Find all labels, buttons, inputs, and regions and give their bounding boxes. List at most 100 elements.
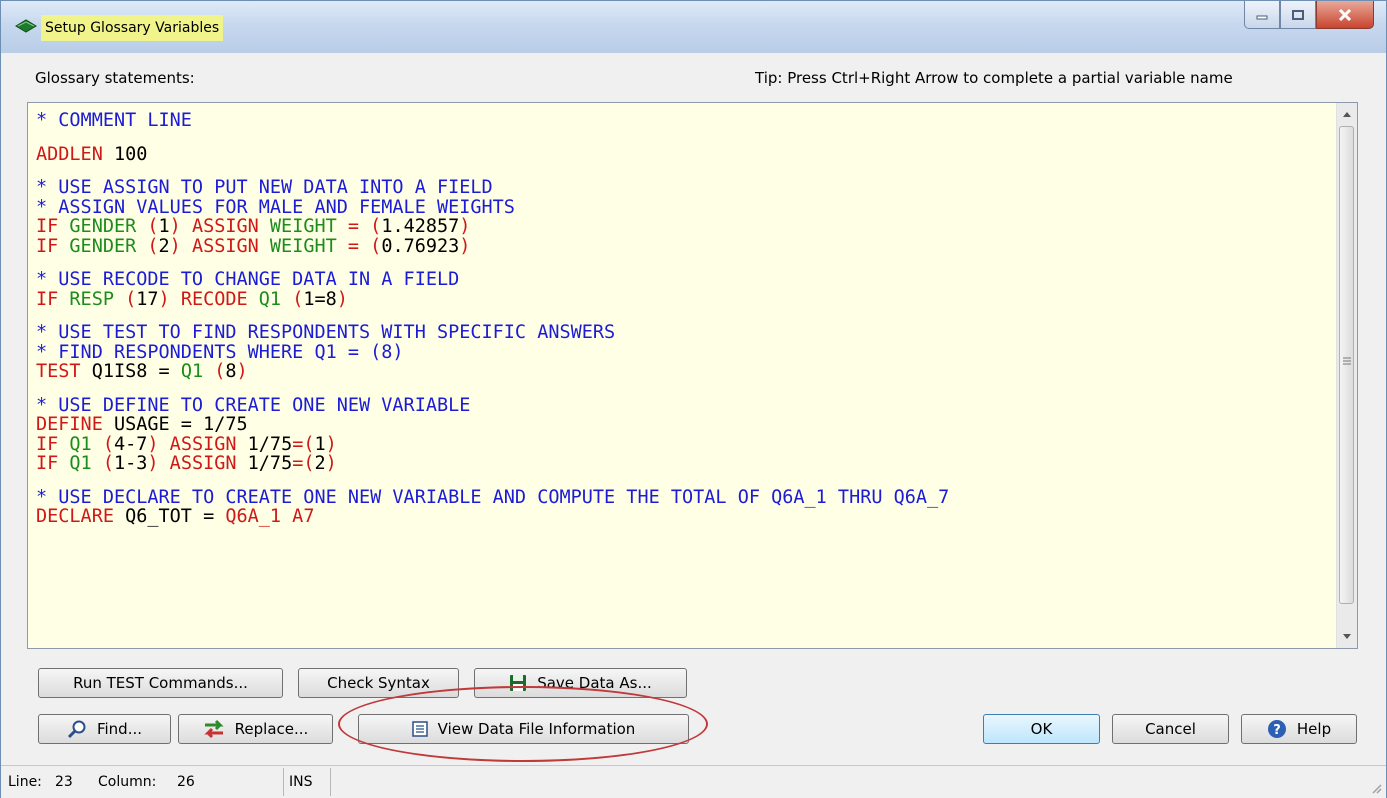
minimize-button[interactable] (1244, 1, 1280, 29)
code-token: ) (325, 433, 337, 455)
scroll-down-arrow-icon[interactable] (1343, 634, 1351, 639)
vertical-scrollbar[interactable] (1336, 103, 1357, 648)
code-token: GENDER (69, 216, 137, 237)
code-token: ) (236, 361, 248, 382)
grip-icon (1343, 357, 1351, 365)
view-data-file-info-label: View Data File Information (437, 720, 636, 738)
code-token: ( (136, 216, 159, 237)
code-token: IF (36, 433, 70, 455)
help-label: Help (1296, 720, 1332, 738)
replace-button[interactable]: Replace... (178, 714, 333, 744)
code-token: ( (136, 235, 159, 257)
scrollbar-thumb[interactable] (1339, 126, 1354, 604)
code-line: DECLARE Q6_TOT = Q6A_1 A7 (36, 507, 1336, 527)
code-token: ) ASSIGN (147, 453, 248, 474)
code-line: IF RESP (17) RECODE Q1 (1=8) (36, 288, 1336, 310)
code-token: 1 (314, 433, 326, 455)
scroll-up-arrow-icon[interactable] (1343, 112, 1351, 117)
code-token: USAGE = 1/75 (113, 414, 248, 435)
dialog-body: Glossary statements: Tip: Press Ctrl+Rig… (9, 53, 1378, 797)
code-token: GENDER (69, 235, 137, 257)
code-token: ( (91, 453, 114, 474)
tip-label: Tip: Press Ctrl+Right Arrow to complete … (755, 69, 1233, 87)
code-line: * FIND RESPONDENTS WHERE Q1 = (8) (36, 341, 1336, 363)
view-data-file-information-button[interactable]: View Data File Information (358, 714, 689, 744)
code-line: IF Q1 (1-3) ASSIGN 1/75=(2) (36, 454, 1336, 474)
code-token: DEFINE (36, 414, 114, 435)
code-line: * USE RECODE TO CHANGE DATA IN A FIELD (36, 270, 1336, 290)
code-token: 1-3 (113, 453, 148, 474)
code-token: IF (36, 453, 70, 474)
cancel-button[interactable]: Cancel (1112, 714, 1229, 744)
statements-label: Glossary statements: (35, 69, 195, 87)
code-token: ) (459, 216, 471, 237)
status-bar: Line: 23 Column: 26 INS (1, 765, 1386, 798)
code-line: DEFINE USAGE = 1/75 (36, 415, 1336, 435)
glossary-editor[interactable]: * COMMENT LINE ADDLEN 100 * USE ASSIGN TO … (27, 102, 1358, 649)
code-token: WEIGHT (269, 235, 337, 257)
close-button[interactable] (1316, 1, 1374, 29)
save-data-as-button[interactable]: Save Data As... (474, 668, 687, 698)
help-icon: ? (1267, 719, 1287, 739)
code-token: * FIND RESPONDENTS WHERE Q1 = (8) (36, 341, 404, 363)
code-line: * USE DEFINE TO CREATE ONE NEW VARIABLE (36, 394, 1336, 416)
code-token: * ASSIGN VALUES FOR MALE AND FEMALE WEIG… (36, 196, 515, 218)
ok-button[interactable]: OK (983, 714, 1100, 744)
magnifier-icon (67, 719, 87, 739)
code-token: Q1 (69, 453, 92, 474)
check-syntax-button[interactable]: Check Syntax (298, 668, 459, 698)
code-token: ) (459, 235, 471, 257)
run-test-label: Run TEST Commands... (73, 674, 248, 692)
find-button[interactable]: Find... (38, 714, 171, 744)
code-token: IF (36, 288, 70, 310)
code-line: IF GENDER (2) ASSIGN WEIGHT = (0.76923) (36, 235, 1336, 257)
code-token: 2 (314, 453, 326, 474)
code-token: ) (325, 453, 337, 474)
code-token: * USE RECODE TO CHANGE DATA IN A FIELD (36, 269, 460, 290)
code-token: Q1 (258, 288, 282, 310)
title-bar[interactable]: Setup Glossary Variables (1, 1, 1386, 53)
code-token: * USE ASSIGN TO PUT NEW DATA INTO A FIEL… (36, 177, 493, 198)
code-token: Q1 (180, 361, 204, 382)
code-token: 17 (136, 288, 159, 310)
code-line: * USE DECLARE TO CREATE ONE NEW VARIABLE… (36, 487, 1336, 508)
code-token: 0.76923 (381, 235, 460, 257)
code-token: IF (36, 235, 70, 257)
minimize-icon (1256, 15, 1268, 19)
code-text[interactable]: * COMMENT LINE ADDLEN 100 * USE ASSIGN TO … (36, 111, 1336, 527)
code-token: 1/75 (247, 433, 293, 455)
code-token: 1=8 (303, 288, 337, 310)
code-token: 2 (158, 235, 170, 257)
status-divider (283, 768, 284, 796)
code-line: IF Q1 (4-7) ASSIGN 1/75=(1) (36, 433, 1336, 455)
status-line-value: 23 (55, 774, 73, 790)
code-token: 1.42857 (381, 216, 460, 237)
code-token: ) ASSIGN (147, 433, 248, 455)
book-icon (15, 19, 37, 33)
resize-grip-icon[interactable] (1370, 782, 1382, 794)
code-token: ADDLEN (36, 143, 103, 165)
floppy-disk-icon (509, 674, 527, 692)
code-token: * COMMENT LINE (36, 110, 192, 131)
help-button[interactable]: ? Help (1241, 714, 1357, 744)
status-divider (330, 768, 331, 796)
code-line: * USE ASSIGN TO PUT NEW DATA INTO A FIEL… (36, 178, 1336, 198)
code-line: ADDLEN 100 (36, 143, 1336, 165)
find-label: Find... (96, 720, 143, 738)
save-data-as-label: Save Data As... (537, 674, 652, 692)
code-token: ( (281, 288, 304, 310)
code-token: ) ASSIGN (169, 235, 270, 257)
code-token: Q1 (69, 433, 92, 455)
run-test-commands-button[interactable]: Run TEST Commands... (38, 668, 283, 698)
code-line: * ASSIGN VALUES FOR MALE AND FEMALE WEIG… (36, 196, 1336, 218)
code-token: TEST (36, 361, 92, 382)
code-token: = ( (336, 216, 382, 237)
code-token: 1 (158, 216, 170, 237)
maximize-button[interactable] (1280, 1, 1316, 29)
status-mode: INS (289, 774, 313, 790)
code-token: * USE DEFINE TO CREATE ONE NEW VARIABLE (36, 394, 471, 416)
